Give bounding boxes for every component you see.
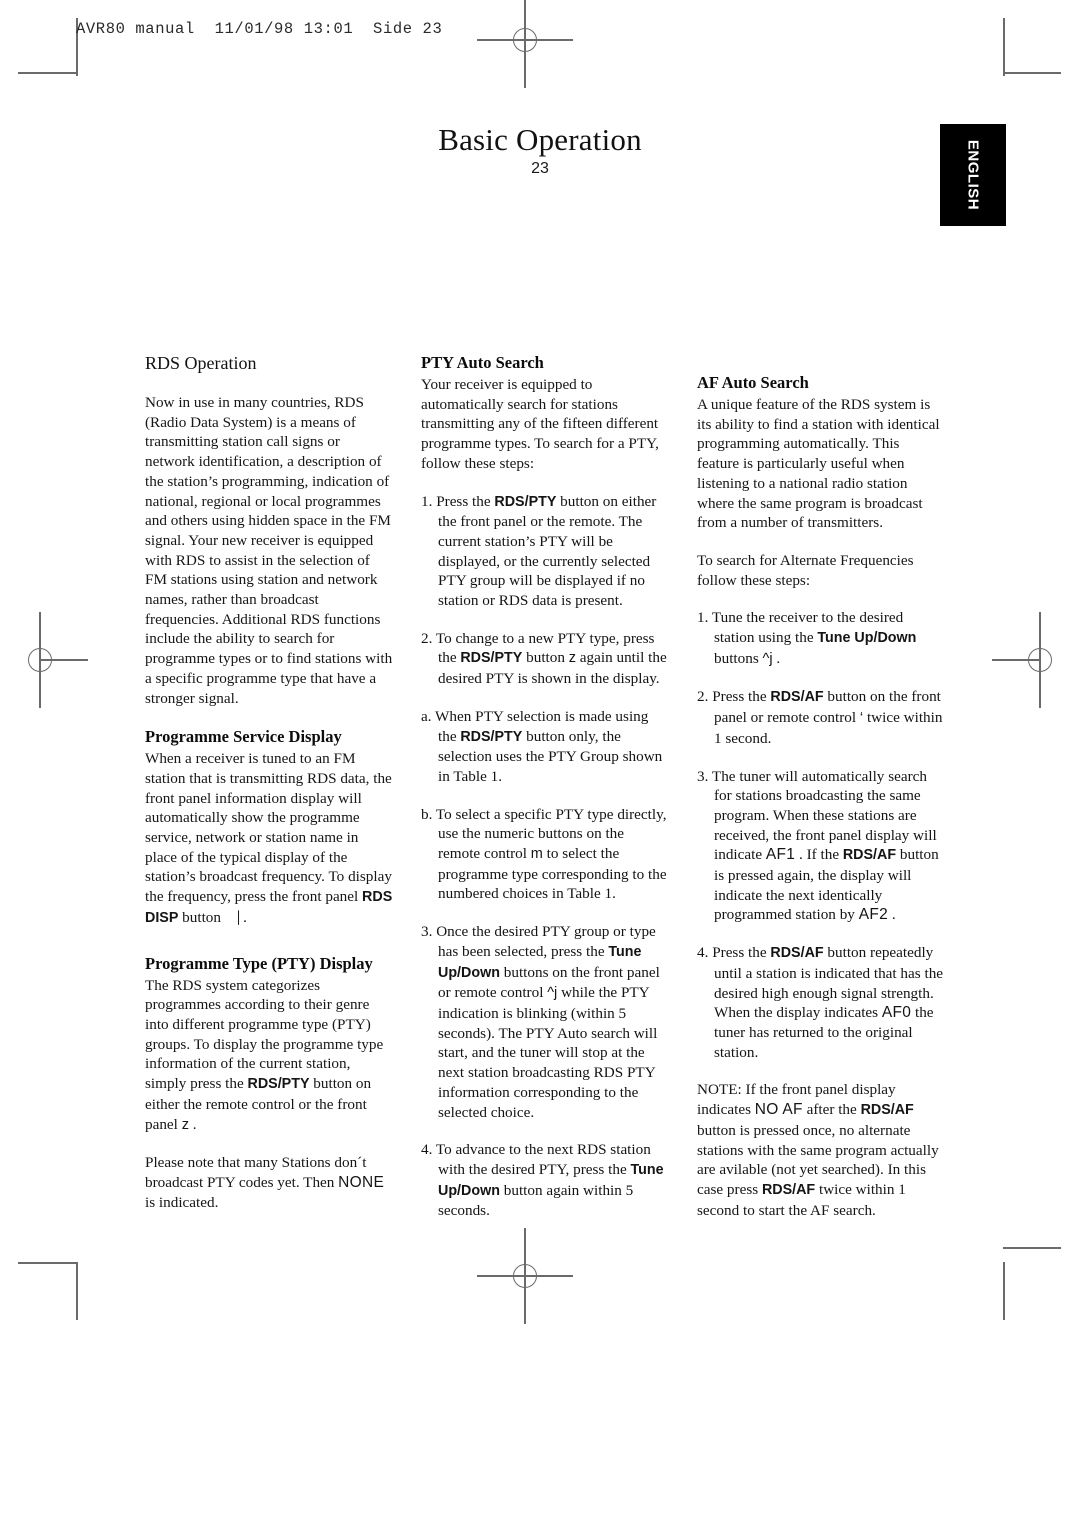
list-item-af-step-2: 2. Press the RDS/AF button on the front … xyxy=(697,687,945,748)
pty-note-text-a: Please note that many Stations don´t bro… xyxy=(145,1154,367,1191)
heading-af-auto-search: AF Auto Search xyxy=(697,373,809,392)
registration-ring xyxy=(513,28,537,52)
psd-text-b: button xyxy=(178,908,225,926)
af-step3-text-b: . If the xyxy=(795,846,843,864)
af-step2-text-a: 2. Press the xyxy=(697,688,771,706)
psd-text-c: . xyxy=(239,908,247,926)
display-indicator-af0: AF0 xyxy=(881,1004,912,1022)
list-item-step-4: 4. To advance to the next RDS station wi… xyxy=(421,1140,669,1221)
column-af-auto-search: AF Auto Search A unique feature of the R… xyxy=(697,352,945,1239)
button-ref-rds-pty: RDS/PTY xyxy=(460,728,523,745)
display-indicator-no-af: NO AF xyxy=(754,1101,803,1119)
paragraph-pty-auto-search-intro: Your receiver is equipped to automatical… xyxy=(421,376,659,472)
registration-ring xyxy=(513,1264,537,1288)
body-columns: RDS Operation Now in use in many countri… xyxy=(145,352,945,1239)
display-indicator-af1: AF1 xyxy=(765,846,796,864)
list-item-step-1: 1. Press the RDS/PTY button on either th… xyxy=(421,492,669,611)
heading-pty-auto-search: PTY Auto Search xyxy=(421,353,544,372)
list-item-step-3: 3. Once the desired PTY group or type ha… xyxy=(421,922,669,1122)
list-item-step-2a: a. When PTY selection is made using the … xyxy=(421,707,669,787)
display-indicator-af2: AF2 xyxy=(858,906,889,924)
reference-glyph-icon: m xyxy=(530,846,543,863)
language-tab-english: ENGLISH xyxy=(940,124,1006,226)
button-ref-rds-pty: RDS/PTY xyxy=(494,493,557,510)
trim-mark-bottom-left-vertical xyxy=(76,1262,78,1320)
af-step4-text-a: 4. Press the xyxy=(697,944,771,962)
af-note-text-b: after the xyxy=(802,1101,861,1119)
trim-mark-top-left-horizontal xyxy=(18,72,76,74)
list-item-af-step-1: 1. Tune the receiver to the desired stat… xyxy=(697,608,945,669)
af-step1-text-b: buttons xyxy=(714,649,763,667)
trim-mark-bottom-right-horizontal xyxy=(1003,1247,1061,1249)
reference-glyph-icon: ^j xyxy=(762,650,773,667)
button-ref-rds-pty: RDS/PTY xyxy=(247,1076,310,1093)
language-tab-label: ENGLISH xyxy=(964,139,982,211)
step4-text-a: 4. To advance to the next RDS station wi… xyxy=(421,1141,651,1178)
paragraph-rds-intro: Now in use in many countries, RDS (Radio… xyxy=(145,394,393,707)
reference-glyph-icon: z xyxy=(568,650,576,667)
column-pty-auto-search: PTY Auto Search Your receiver is equippe… xyxy=(421,352,669,1239)
display-indicator-none: NONE xyxy=(338,1173,385,1191)
button-ref-rds-af: RDS/AF xyxy=(860,1102,914,1119)
step2-text-b: button xyxy=(522,649,569,667)
button-ref-rds-af: RDS/AF xyxy=(761,1181,816,1198)
af-step3-text-d: . xyxy=(888,906,896,924)
step1-text-a: 1. Press the xyxy=(421,492,495,510)
list-item-step-2: 2. To change to a new PTY type, press th… xyxy=(421,629,669,689)
registration-ring xyxy=(28,648,52,672)
pty-note-text-b: is indicated. xyxy=(145,1193,219,1211)
list-item-step-2b: b. To select a specific PTY type directl… xyxy=(421,805,669,905)
reference-glyph-icon: ^j xyxy=(547,985,558,1002)
trim-mark-bottom-right-vertical xyxy=(1003,1262,1005,1320)
print-slug-line: AVR80 manual 11/01/98 13:01 Side 23 xyxy=(76,20,443,38)
af-step1-text-c: . xyxy=(772,649,781,667)
button-ref-rds-af: RDS/AF xyxy=(770,689,824,706)
heading-programme-type-display: Programme Type (PTY) Display xyxy=(145,953,373,973)
page-title: Basic Operation xyxy=(438,122,642,157)
heading-programme-service-display: Programme Service Display xyxy=(145,727,342,747)
pty-text-c: . xyxy=(188,1115,197,1133)
heading-rds-operation: RDS Operation xyxy=(145,353,257,373)
reference-glyph-icon: z xyxy=(181,1116,189,1133)
trim-mark-top-right-vertical xyxy=(1003,18,1005,76)
button-ref-rds-af: RDS/AF xyxy=(842,847,897,864)
paragraph-af-lead-in: To search for Alternate Frequencies foll… xyxy=(697,551,914,589)
step3-text-c: while the PTY indication is blinking (wi… xyxy=(438,984,658,1121)
psd-text-a: When a receiver is tuned to an FM statio… xyxy=(145,750,392,906)
paragraph-af-note: NOTE: If the front panel display indicat… xyxy=(697,1080,945,1220)
registration-ring xyxy=(1028,648,1052,672)
reference-glyph-icon: ⎹ xyxy=(224,909,240,926)
column-rds-operation: RDS Operation Now in use in many countri… xyxy=(145,352,393,1239)
page-number: 23 xyxy=(531,160,549,177)
paragraph-programme-service-display: When a receiver is tuned to an FM statio… xyxy=(145,749,393,928)
paragraph-pty-note: Please note that many Stations don´t bro… xyxy=(145,1153,393,1212)
list-item-af-step-3: 3. The tuner will automatically search f… xyxy=(697,767,945,926)
button-ref-tune-up-down: Tune Up/Down xyxy=(817,630,917,647)
paragraph-programme-type-display: The RDS system categorizes programmes ac… xyxy=(145,976,393,1136)
button-ref-rds-af: RDS/AF xyxy=(770,945,824,962)
list-item-af-step-4: 4. Press the RDS/AF button repeatedly un… xyxy=(697,943,945,1062)
trim-mark-bottom-left-horizontal xyxy=(18,1262,76,1264)
trim-mark-top-right-horizontal xyxy=(1003,72,1061,74)
paragraph-af-auto-search-intro: A unique feature of the RDS system is it… xyxy=(697,396,940,532)
button-ref-rds-pty: RDS/PTY xyxy=(460,650,523,667)
